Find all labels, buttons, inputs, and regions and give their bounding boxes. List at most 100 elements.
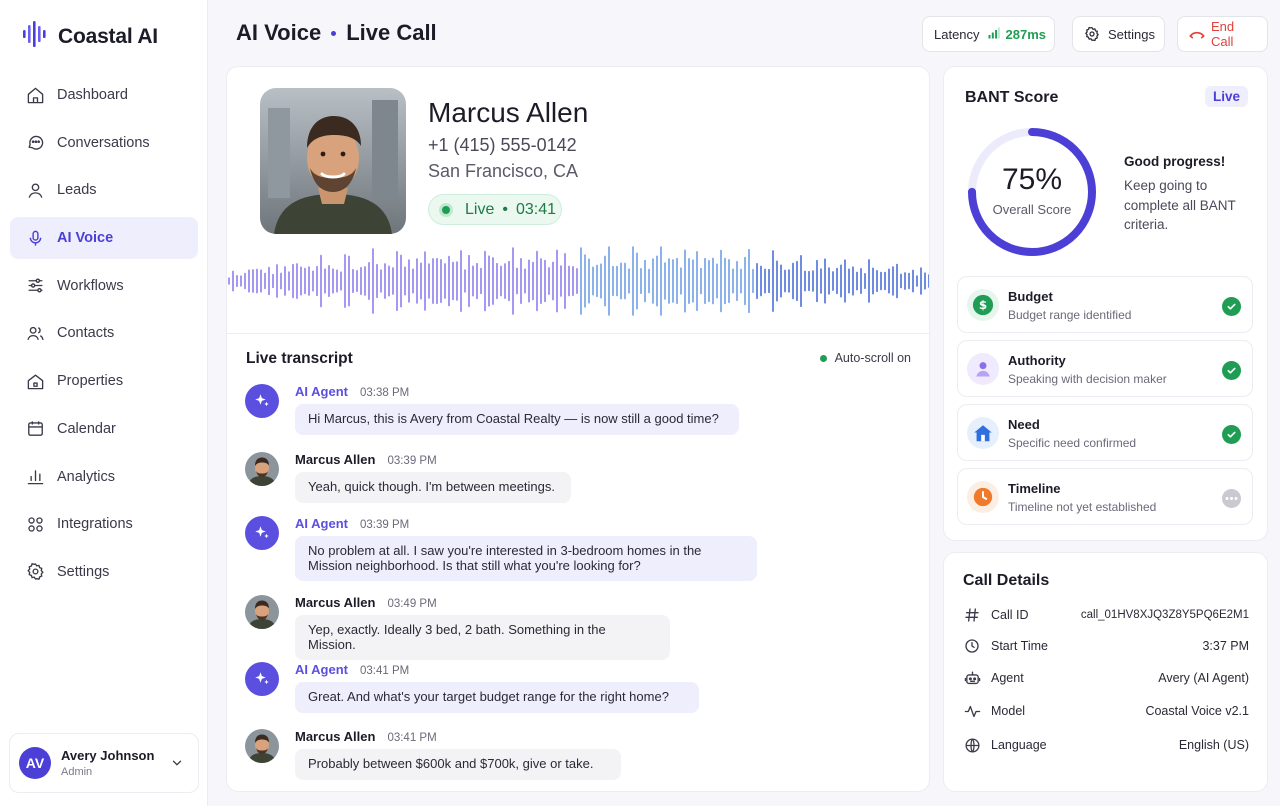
latency-label: Latency [934,26,980,42]
title-separator-dot [331,30,337,36]
sidebar-item-label: Calendar [57,420,116,437]
message-speaker: AI Agent [295,662,348,677]
message-speaker: Marcus Allen [295,452,376,467]
sidebar-item-label: Analytics [57,468,116,485]
svg-text:$: $ [979,298,987,312]
settings-button-label: Settings [1108,26,1155,42]
sidebar-item-label: Contacts [57,325,115,342]
pending-icon [1222,489,1241,508]
sidebar-item-label: Integrations [57,516,133,533]
overall-score-value: 75% [1001,163,1063,196]
sidebar-item-dashboard[interactable]: Dashboard [10,74,198,116]
caller-name: Marcus Allen [428,97,589,128]
caller-location: San Francisco, CA [428,161,579,181]
sidebar-item-calendar[interactable]: Calendar [10,408,198,450]
call-details-panel: Call Details Call ID call_01HV8XJQ3Z8Y5P… [943,552,1268,792]
message-time: 03:39 PM [387,455,437,467]
ai-agent-avatar [245,662,279,696]
bar-chart-icon [25,467,45,487]
detail-value: call_01HV8XJQ3Z8Y5PQ6E2M1 [1080,609,1249,621]
overall-score-label: Overall Score [992,202,1072,217]
criterion-name: Timeline [1008,481,1061,496]
clock-icon [963,637,981,655]
sidebar-item-label: Leads [57,182,97,199]
detail-value: Coastal Voice v2.1 [1145,704,1249,718]
sidebar-item-contacts[interactable]: Contacts [10,312,198,354]
status-dot-icon [819,354,827,362]
sidebar-item-label: Settings [57,563,110,580]
sliders-icon [25,276,45,296]
bant-criterion-need[interactable]: Need Specific need confirmed [957,404,1253,461]
message-time: 03:41 PM [359,665,410,677]
end-call-button[interactable]: End Call [1177,16,1268,52]
call-status-text: Live [465,200,495,218]
bant-criterion-authority[interactable]: Authority Speaking with decision maker [957,340,1253,397]
check-icon [1222,361,1241,380]
sidebar-item-conversations[interactable]: Conversations [10,122,198,164]
message-speaker: Marcus Allen [295,729,376,744]
bant-criterion-budget[interactable]: $ Budget Budget range identified [957,276,1253,333]
sidebar: Coastal AI Dashboard Conversations Leads… [0,0,208,806]
user-menu[interactable]: AV Avery Johnson Admin [9,733,199,793]
detail-label: Language [991,738,1047,752]
criterion-name: Budget [1008,289,1053,304]
sidebar-item-ai-voice[interactable]: AI Voice [10,217,198,260]
message-time: 03:49 PM [387,598,437,610]
grid-icon [25,514,45,534]
house-icon [967,417,999,449]
live-call-panel: Marcus Allen +1 (415) 555-0142 San Franc… [226,66,930,792]
sidebar-item-label: Workflows [57,277,124,294]
bant-criterion-timeline[interactable]: Timeline Timeline not yet established [957,468,1253,525]
sidebar-item-label: Conversations [57,134,150,151]
settings-button[interactable]: Settings [1072,16,1165,52]
detail-label: Agent [991,671,1024,685]
audio-waveform [228,246,929,316]
user-name: Avery Johnson [61,748,155,763]
check-icon [1222,425,1241,444]
signal-bars-icon [988,27,1000,42]
message-bubble: Great. And what's your target budget ran… [295,682,699,713]
detail-row-start-time: Start Time 3:37 PM [963,636,1249,656]
calendar-icon [25,419,45,439]
auto-scroll-toggle[interactable]: Auto-scroll on [819,351,911,365]
call-details-title: Call Details [963,572,1050,589]
criterion-description: Budget range identified [1008,308,1132,322]
hang-up-icon [1189,28,1205,40]
message-speaker: AI Agent [295,516,348,531]
detail-label: Start Time [991,639,1048,653]
message-time: 03:38 PM [359,387,410,399]
brand-name: Coastal AI [58,24,158,48]
auto-scroll-label: Auto-scroll on [834,351,911,365]
caller-avatar [245,729,279,763]
sidebar-item-settings[interactable]: Settings [10,551,198,593]
detail-value: Avery (AI Agent) [1158,671,1249,685]
criterion-description: Speaking with decision maker [1008,372,1167,386]
page-title-section: AI Voice [236,20,322,45]
call-status-badge: Live • 03:41 [428,194,562,225]
message-time: 03:39 PM [359,519,410,531]
detail-label: Call ID [991,608,1029,622]
clock-icon [967,481,999,513]
sidebar-item-properties[interactable]: Properties [10,360,198,402]
message-bubble: No problem at all. I saw you're interest… [295,536,757,581]
end-call-label: End Call [1211,19,1235,49]
criterion-description: Specific need confirmed [1008,436,1137,450]
sidebar-item-analytics[interactable]: Analytics [10,456,198,498]
sidebar-item-leads[interactable]: Leads [10,169,198,211]
divider [227,333,929,334]
message-bubble: Probably between $600k and $700k, give o… [295,749,621,780]
sidebar-item-integrations[interactable]: Integrations [10,503,198,545]
latency-value: 287ms [1005,26,1047,42]
gear-icon [25,562,45,582]
robot-icon [963,669,981,687]
hash-icon [963,606,981,624]
brand[interactable]: Coastal AI [22,20,158,53]
pulse-icon [963,702,981,720]
live-dot-icon [439,202,453,217]
caller-phone: +1 (415) 555-0142 [428,135,577,155]
globe-icon [963,736,981,754]
sidebar-item-workflows[interactable]: Workflows [10,265,198,307]
users-icon [25,323,45,343]
detail-label: Model [991,704,1026,718]
avatar: AV [19,747,51,779]
